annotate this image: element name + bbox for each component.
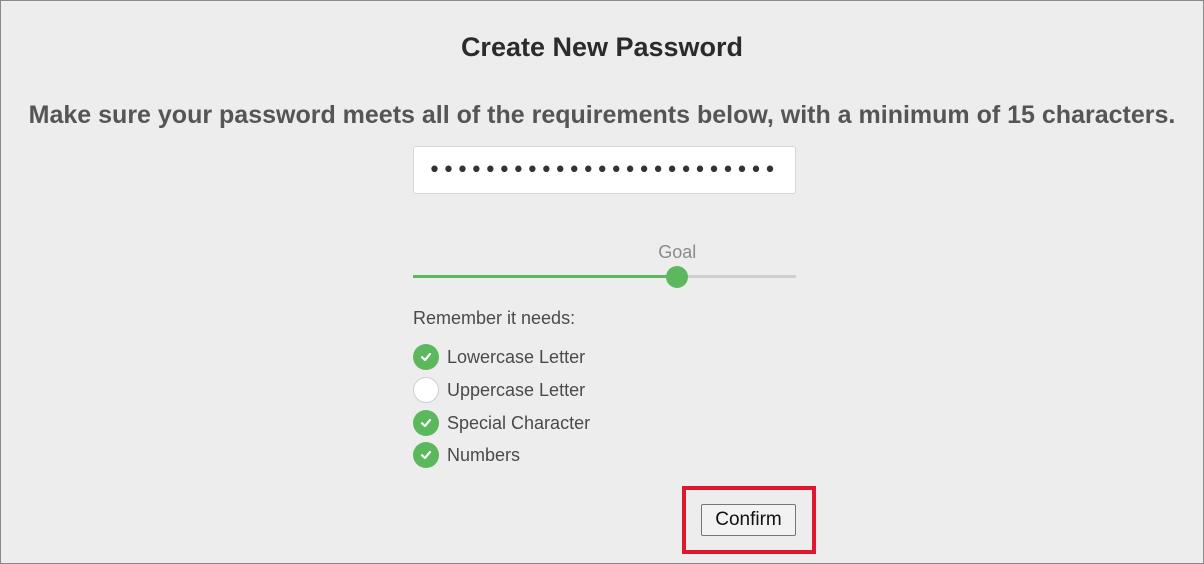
check-circle-icon — [413, 410, 439, 436]
check-circle-icon — [413, 442, 439, 468]
requirement-uppercase: Uppercase Letter — [413, 377, 585, 403]
requirement-numbers: Numbers — [413, 442, 520, 468]
page-title: Create New Password — [460, 32, 744, 62]
requirement-label: Numbers — [447, 444, 521, 465]
check-circle-icon — [413, 344, 439, 370]
empty-circle-icon — [413, 377, 439, 403]
requirement-label: Lowercase Letter — [447, 346, 586, 367]
requirement-label: Uppercase Letter — [447, 379, 586, 400]
requirement-lowercase: Lowercase Letter — [413, 344, 585, 370]
strength-meter-track — [413, 275, 796, 278]
requirement-special-character: Special Character — [413, 410, 590, 436]
password-instructions: Make sure your password meets all of the… — [28, 101, 1176, 129]
goal-label: Goal — [658, 242, 697, 262]
window-frame — [0, 0, 1204, 564]
confirm-button[interactable]: Confirm — [701, 504, 796, 536]
strength-meter-fill — [413, 275, 678, 278]
requirement-label: Special Character — [447, 412, 591, 433]
password-input[interactable] — [413, 146, 796, 194]
requirements-heading: Remember it needs: — [413, 308, 576, 328]
